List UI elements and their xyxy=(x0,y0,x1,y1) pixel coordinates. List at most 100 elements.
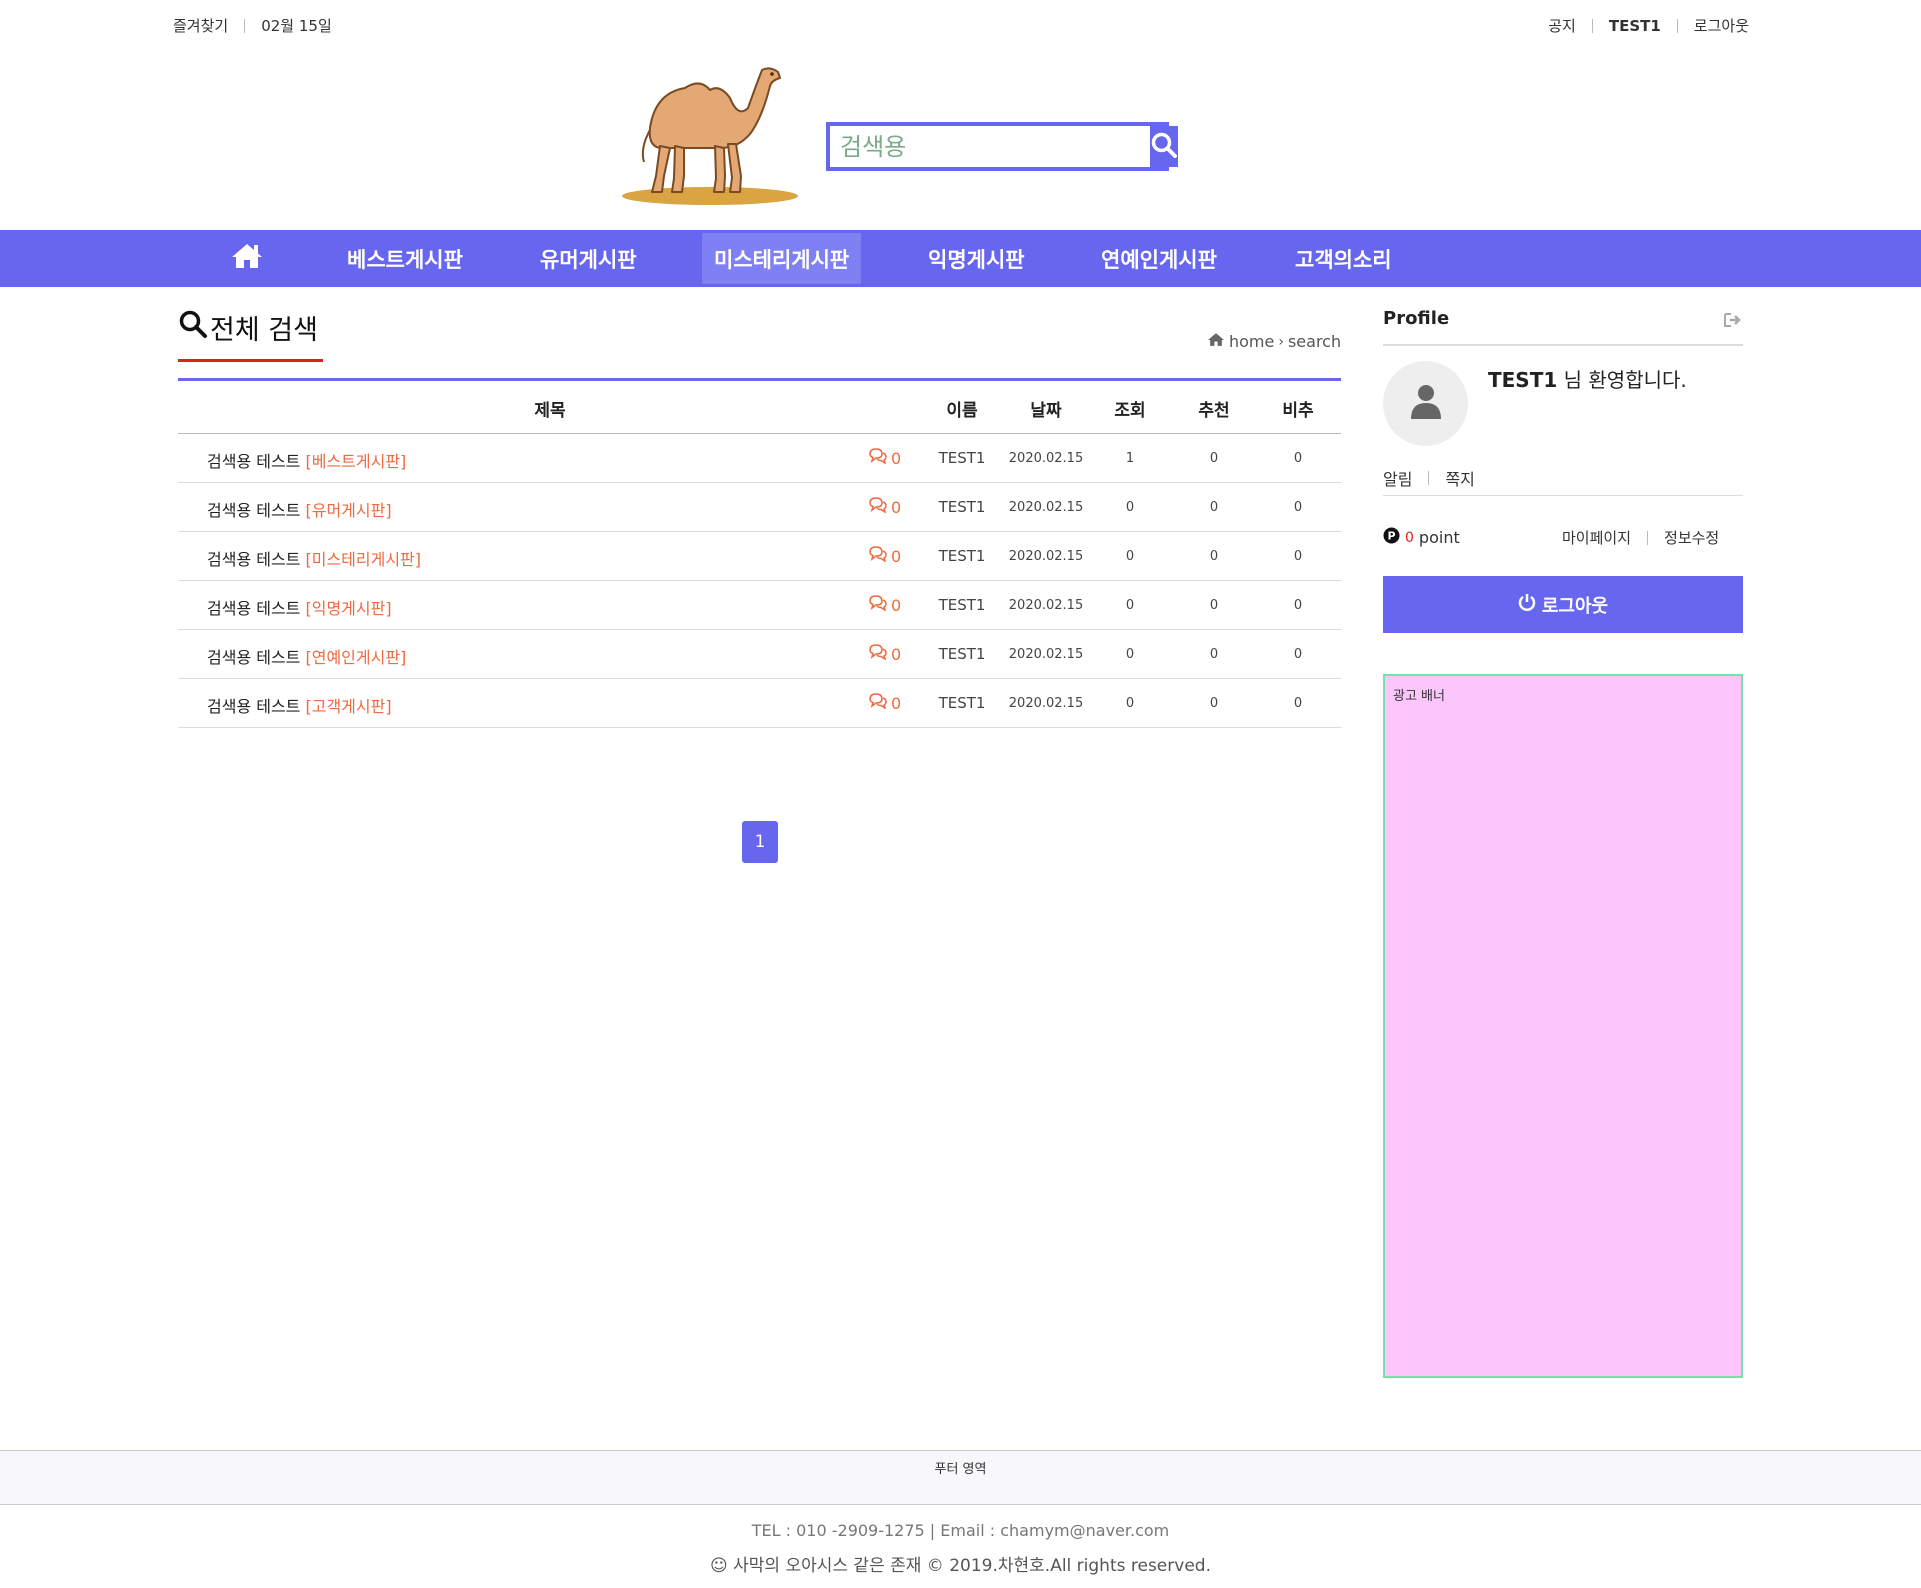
nav-best-board[interactable]: 베스트게시판 xyxy=(347,230,463,287)
footer-contact: TEL : 010 -2909-1275 | Email : chamym@na… xyxy=(751,1521,1170,1540)
point-display: P 0 point xyxy=(1383,527,1460,548)
profile-heading: Profile xyxy=(1383,308,1450,329)
favorites-link[interactable]: 즐겨찾기 xyxy=(173,15,228,36)
col-title: 제목 xyxy=(534,401,566,421)
welcome-message: TEST1 님 환영합니다. xyxy=(1488,364,1687,393)
search-icon xyxy=(1150,131,1178,163)
table-row[interactable]: 검색용 테스트 [연예인게시판] 0 TEST1 2020.02.15 0 0 0 xyxy=(178,630,1341,679)
today-date: 02월 15일 xyxy=(261,17,332,35)
user-icon xyxy=(1409,383,1443,425)
post-category: [고객게시판] xyxy=(305,697,392,716)
edit-info-link[interactable]: 정보수정 xyxy=(1664,527,1719,548)
cell-down: 0 xyxy=(1293,647,1303,662)
nav-celebrity-board[interactable]: 연예인게시판 xyxy=(1101,230,1217,287)
post-title: 검색용 테스트 xyxy=(207,501,306,520)
cell-name: TEST1 xyxy=(938,596,986,614)
cell-up: 0 xyxy=(1209,696,1219,711)
cell-date: 2020.02.15 xyxy=(1008,549,1084,564)
nav-home[interactable] xyxy=(230,230,264,287)
mypage-link[interactable]: 마이페이지 xyxy=(1562,527,1631,548)
search-button[interactable] xyxy=(1150,126,1178,167)
col-up: 추천 xyxy=(1198,401,1230,421)
logout-button[interactable]: 로그아웃 xyxy=(1383,576,1743,633)
sign-out-icon[interactable] xyxy=(1723,312,1743,333)
cell-date: 2020.02.15 xyxy=(1008,647,1084,662)
search-icon xyxy=(178,309,208,346)
svg-text:P: P xyxy=(1387,530,1395,543)
divider xyxy=(1647,530,1649,545)
cell-views: 0 xyxy=(1125,696,1135,711)
cell-name: TEST1 xyxy=(938,498,986,516)
post-category: [연예인게시판] xyxy=(305,648,407,667)
comment-count-value: 0 xyxy=(891,595,902,615)
footer-area-label: 푸터 영역 xyxy=(934,1462,987,1477)
post-title-link[interactable]: 검색용 테스트 [익명게시판] xyxy=(207,595,392,619)
alarm-link[interactable]: 알림 xyxy=(1383,466,1412,490)
table-row[interactable]: 검색용 테스트 [베스트게시판] 0 TEST1 2020.02.15 1 0 0 xyxy=(178,434,1341,483)
col-date: 날짜 xyxy=(1030,401,1062,421)
comment-count-value: 0 xyxy=(891,693,902,713)
col-views: 조회 xyxy=(1114,401,1146,421)
title-underline xyxy=(178,359,323,362)
divider xyxy=(1676,18,1678,33)
nav-anonymous-board[interactable]: 익명게시판 xyxy=(928,230,1025,287)
camel-logo[interactable] xyxy=(620,58,800,208)
cell-views: 0 xyxy=(1125,549,1135,564)
avatar xyxy=(1383,361,1468,446)
table-row[interactable]: 검색용 테스트 [고객게시판] 0 TEST1 2020.02.15 0 0 0 xyxy=(178,679,1341,728)
post-category: [베스트게시판] xyxy=(305,452,407,471)
post-title-link[interactable]: 검색용 테스트 [유머게시판] xyxy=(207,497,392,521)
comment-count: 0 xyxy=(868,693,901,713)
comment-count: 0 xyxy=(868,644,901,664)
page-1-button[interactable]: 1 xyxy=(742,821,778,863)
note-link[interactable]: 쪽지 xyxy=(1445,466,1474,490)
table-row[interactable]: 검색용 테스트 [미스테리게시판] 0 TEST1 2020.02.15 0 0 0 xyxy=(178,532,1341,581)
breadcrumb-home[interactable]: home xyxy=(1229,332,1274,351)
post-title-link[interactable]: 검색용 테스트 [연예인게시판] xyxy=(207,644,406,668)
post-title-link[interactable]: 검색용 테스트 [베스트게시판] xyxy=(207,448,406,472)
chevron-right-icon: › xyxy=(1278,333,1284,350)
post-title: 검색용 테스트 xyxy=(207,452,306,471)
cell-date: 2020.02.15 xyxy=(1008,696,1084,711)
ad-banner-label: 광고 배너 xyxy=(1393,689,1445,704)
top-logout-link[interactable]: 로그아웃 xyxy=(1694,15,1749,36)
point-icon: P xyxy=(1383,527,1400,548)
notice-link[interactable]: 공지 xyxy=(1548,15,1576,36)
comment-count: 0 xyxy=(868,546,901,566)
nav-customer-voice[interactable]: 고객의소리 xyxy=(1295,230,1392,287)
divider xyxy=(244,18,246,33)
logout-button-label: 로그아웃 xyxy=(1541,595,1609,617)
home-icon xyxy=(1207,332,1225,351)
post-category: [익명게시판] xyxy=(305,599,392,618)
comments-icon xyxy=(868,595,888,615)
post-category: [유머게시판] xyxy=(305,501,392,520)
cell-down: 0 xyxy=(1293,451,1303,466)
divider xyxy=(1591,18,1593,33)
nav-mystery-board[interactable]: 미스테리게시판 xyxy=(702,233,862,284)
page-title-text: 전체 검색 xyxy=(210,315,318,346)
table-row[interactable]: 검색용 테스트 [익명게시판] 0 TEST1 2020.02.15 0 0 0 xyxy=(178,581,1341,630)
main-nav: 베스트게시판 유머게시판 미스테리게시판 익명게시판 연예인게시판 고객의소리 xyxy=(0,230,1921,287)
table-top-border xyxy=(178,378,1341,381)
ad-banner[interactable]: 광고 배너 xyxy=(1383,674,1743,1378)
cell-views: 0 xyxy=(1125,598,1135,613)
post-title: 검색용 테스트 xyxy=(207,697,306,716)
cell-views: 0 xyxy=(1125,500,1135,515)
cell-down: 0 xyxy=(1293,598,1303,613)
table-row[interactable]: 검색용 테스트 [유머게시판] 0 TEST1 2020.02.15 0 0 0 xyxy=(178,483,1341,532)
comment-count: 0 xyxy=(868,595,901,615)
user-link[interactable]: TEST1 xyxy=(1609,17,1661,35)
cell-down: 0 xyxy=(1293,696,1303,711)
search-input[interactable] xyxy=(830,126,1150,167)
page-title: 전체 검색 xyxy=(178,308,318,347)
post-title-link[interactable]: 검색용 테스트 [고객게시판] xyxy=(207,693,392,717)
post-title-link[interactable]: 검색용 테스트 [미스테리게시판] xyxy=(207,546,421,570)
comment-count-value: 0 xyxy=(891,644,902,664)
comments-icon xyxy=(868,448,888,468)
top-bar-right: 공지 TEST1 로그아웃 xyxy=(1548,15,1749,36)
nav-humor-board[interactable]: 유머게시판 xyxy=(540,230,637,287)
comment-count-value: 0 xyxy=(891,546,902,566)
cell-down: 0 xyxy=(1293,549,1303,564)
cell-name: TEST1 xyxy=(938,547,986,565)
cell-up: 0 xyxy=(1209,598,1219,613)
